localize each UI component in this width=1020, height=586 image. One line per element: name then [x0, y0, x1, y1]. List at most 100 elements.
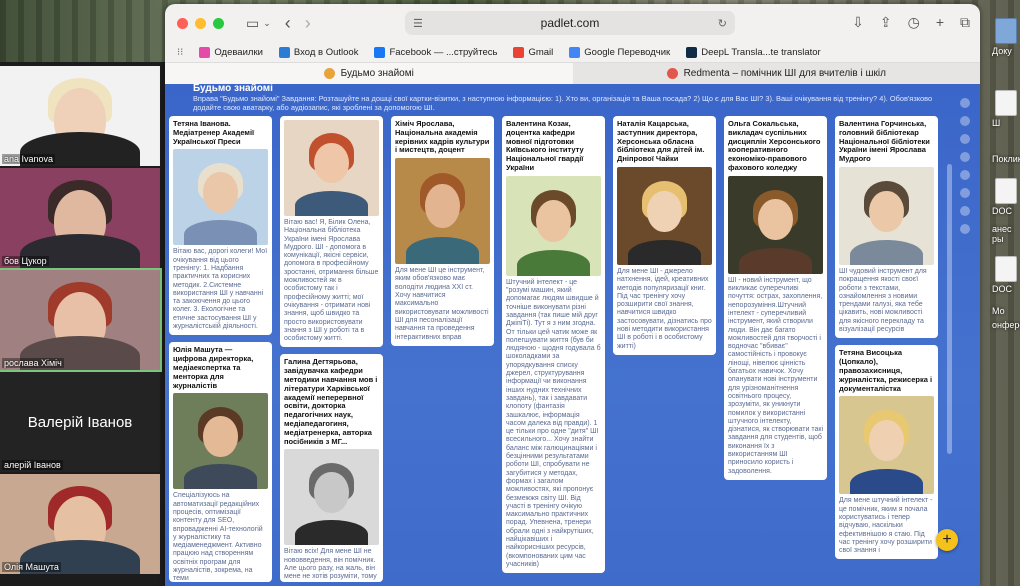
scrollbar[interactable] [947, 164, 952, 454]
avatar-body [628, 239, 701, 265]
post-card[interactable]: Хіміч Ярослава, Національна академія кер… [391, 116, 494, 346]
new-tab-icon[interactable]: + [936, 14, 944, 31]
post-body: Для мене ШІ це інструмент, яким обов'язк… [395, 267, 489, 341]
zoom-window-button[interactable] [213, 17, 224, 29]
desktop-doc-icon[interactable]: онферен [992, 320, 1020, 330]
participant-tile[interactable]: ana Ivanova [0, 66, 160, 166]
page-menu-icon[interactable]: ☰ [413, 17, 423, 30]
avatar-face [314, 472, 349, 513]
post-avatar-image [839, 166, 934, 265]
post-card[interactable]: Юлія Машута — цифрова директорка, медіае… [169, 342, 272, 582]
post-card[interactable]: Ольга Сокальська, викладач суспільних ди… [724, 116, 827, 480]
history-icon[interactable]: ◷ [908, 14, 920, 31]
avatar-body [517, 249, 590, 276]
desktop-doc-icon[interactable]: DOC [992, 178, 1020, 216]
desktop-doc-icon[interactable]: Ш [992, 90, 1020, 128]
tool-icon[interactable] [960, 134, 970, 144]
post-avatar-image [173, 149, 268, 246]
participant-name: Олія Машута [2, 562, 61, 572]
participant-tile[interactable]: бов Цукор [0, 168, 160, 268]
post-card[interactable]: Валентина Горчинська, головний бібліотек… [835, 116, 938, 339]
address-bar[interactable]: ☰ padlet.com ↻ [405, 11, 735, 35]
avatar-face [425, 183, 460, 229]
post-title: Хіміч Ярослава, Національна академія кер… [395, 119, 490, 155]
back-button[interactable]: ‹ [285, 13, 291, 34]
desktop-icon-label: Доку [992, 46, 1012, 56]
post-card[interactable]: Вітаю вас! Я, Білик Олена, Національна б… [280, 116, 383, 348]
post-avatar-image [284, 449, 379, 546]
bookmark-item[interactable]: DeepL Transla...te translator [686, 46, 821, 58]
close-window-button[interactable] [177, 17, 188, 29]
browser-tab[interactable]: Будьмо знайомі [165, 63, 573, 84]
desktop-doc-icon[interactable]: анес ры [992, 224, 1020, 244]
post-card[interactable]: Наталія Кацарська, заступник директора, … [613, 116, 716, 355]
minimize-window-button[interactable] [195, 17, 206, 29]
bookmark-favicon-icon [278, 46, 290, 58]
post-body: Для мене ШІ - джерело натхнення, ідей, к… [617, 267, 712, 350]
reload-icon[interactable]: ↻ [718, 17, 727, 30]
post-card[interactable]: Валентина Козак, доцентка кафедри мовної… [502, 116, 605, 574]
desktop-icon-label: DOC [992, 206, 1012, 216]
tab-overview-icon[interactable]: ⧉ [960, 14, 970, 31]
avatar-body [184, 220, 257, 246]
video-participants-panel: ana Ivanova бов Цукор рослава Хіміч Валерій… [0, 62, 165, 586]
browser-toolbar: ▭ ⌄ ‹ › ☰ padlet.com ↻ ⇩ ⇪ ◷ + ⧉ [165, 4, 980, 42]
avatar-face [758, 199, 793, 241]
participant-name: бов Цукор [2, 256, 49, 266]
avatar-face [314, 143, 349, 184]
download-icon[interactable]: ⇩ [852, 14, 864, 31]
forward-button[interactable]: › [305, 13, 311, 34]
post-title: Юлія Машута — цифрова директорка, медіае… [173, 345, 254, 390]
bookmark-label: Gmail [528, 46, 554, 58]
bookmark-item[interactable]: Вход в Outlook [278, 46, 358, 58]
post-card[interactable]: Галина Дегтярьова, завідувачка кафедри м… [280, 354, 383, 582]
avatar-body [295, 520, 368, 546]
desktop-doc-icon[interactable]: Мо [992, 306, 1020, 316]
chevron-down-icon[interactable]: ⌄ [263, 18, 271, 29]
tool-icon[interactable] [960, 116, 970, 126]
padlet-title: Будьмо знайомі [193, 83, 273, 94]
participant-tile[interactable]: Олія Машута [0, 474, 160, 574]
desktop-icon-label: Поклика [992, 154, 1020, 164]
padlet-column: Ольга Сокальська, викладач суспільних ди… [724, 116, 827, 487]
share-icon[interactable]: ⇪ [880, 14, 892, 31]
tool-icon[interactable] [960, 188, 970, 198]
bookmark-item[interactable]: Gmail [513, 46, 554, 58]
tool-icon[interactable] [960, 98, 970, 108]
desktop-doc-icon[interactable]: Поклика [992, 154, 1020, 164]
participant-name: ana Ivanova [2, 154, 56, 164]
tool-icon[interactable] [960, 152, 970, 162]
bookmark-item[interactable]: Одеваилки [199, 46, 263, 58]
tab-label: Redmenta – помічник ШІ для вчителів і шк… [683, 68, 886, 79]
bookmark-favicon-icon [686, 46, 698, 58]
participant-tile[interactable]: рослава Хіміч [0, 268, 162, 372]
post-body: Штучний інтелект - це "розумі машин, яки… [506, 278, 601, 568]
tool-icon[interactable] [960, 206, 970, 216]
post-title: Тетяна Висоцька (Цопкало), правозахисниц… [839, 348, 933, 393]
browser-tab[interactable]: Redmenta – помічник ШІ для вчителів і шк… [573, 63, 981, 84]
tool-icon[interactable] [960, 224, 970, 234]
desktop-folder-icon[interactable]: Доку [992, 18, 1020, 56]
bookmark-favicon-icon [569, 46, 581, 58]
sidebar-toggle-icon[interactable]: ▭ [246, 15, 259, 32]
desktop-doc-icon[interactable]: DOC [992, 256, 1020, 294]
bookmark-label: Google Переводчик [584, 46, 671, 58]
bookmark-item[interactable]: Google Переводчик [569, 46, 671, 58]
post-title: Валентина Козак, доцентка кафедри мовної… [506, 119, 584, 172]
bookmark-item[interactable]: Facebook — ...струйтесь [374, 46, 497, 58]
desktop-icon-label: Мо [992, 306, 1005, 316]
post-body: ШІ - новий інструмент, що викликає супер… [728, 276, 824, 475]
tool-icon[interactable] [960, 170, 970, 180]
desktop-icon-label: онферен [992, 320, 1020, 330]
participant-tile[interactable]: Валерій Іванов алерій Іванов [0, 372, 160, 472]
post-avatar-image [839, 396, 934, 495]
grid-icon[interactable]: ⁝⁝ [177, 47, 183, 58]
post-title: Тетяна Іванова. Медіатренер Академії Укр… [173, 119, 255, 146]
post-card[interactable]: Тетяна Висоцька (Цопкало), правозахисниц… [835, 345, 938, 560]
post-card[interactable]: Тетяна Іванова. Медіатренер Академії Укр… [169, 116, 272, 336]
add-post-button[interactable]: + [936, 529, 958, 551]
bookmarks-bar: ⁝⁝ Одеваилки Вход в Outlook Facebook — ...… [165, 42, 980, 62]
padlet-description: Вправа "Будьмо знайомі" Завдання: Розташ… [193, 94, 933, 112]
browser-window: ▭ ⌄ ‹ › ☰ padlet.com ↻ ⇩ ⇪ ◷ + ⧉ ⁝⁝ Одев… [165, 4, 980, 586]
avatar-body [739, 248, 812, 274]
